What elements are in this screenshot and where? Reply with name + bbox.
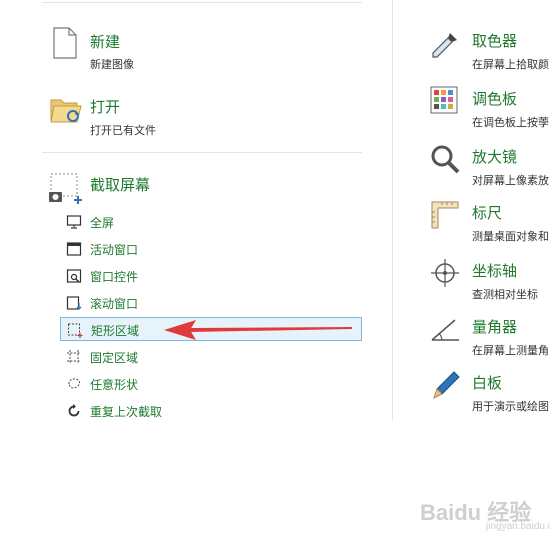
tool-protractor[interactable]: 量角器 在屏幕上测量角 — [420, 314, 550, 358]
tool-subtitle: 在调色板上按荸 — [472, 117, 549, 129]
window-icon — [66, 242, 82, 256]
capture-item-fullscreen[interactable]: 全屏 — [60, 210, 362, 234]
capture-header[interactable]: 截取屏幕 — [42, 166, 362, 206]
scroll-window-icon — [66, 296, 82, 310]
eyedropper-icon — [432, 33, 457, 58]
capture-item-label: 窗口控件 — [90, 270, 139, 284]
tool-title: 标尺 — [472, 205, 503, 222]
capture-item-fixed-region[interactable]: 固定区域 — [60, 345, 362, 369]
tool-subtitle: 对屏幕上像素放 — [472, 175, 549, 187]
tool-magnifier[interactable]: 放大镜 对屏幕上像素放 — [420, 144, 550, 188]
open-folder-icon — [50, 99, 82, 123]
capture-item-repeat-last[interactable]: 重复上次截取 — [60, 399, 362, 423]
monitor-icon — [66, 215, 82, 229]
tool-whiteboard[interactable]: 白板 用于演示或绘图 — [420, 370, 550, 414]
capture-screen-icon — [49, 173, 82, 204]
tool-title: 坐标轴 — [472, 263, 518, 280]
capture-item-window-control[interactable]: 窗口控件 — [60, 264, 362, 288]
ruler-icon — [431, 201, 459, 229]
capture-item-label: 任意形状 — [90, 378, 139, 392]
new-item[interactable]: 新建 新建图像 — [42, 24, 362, 76]
magnifier-icon — [431, 145, 460, 174]
tool-subtitle: 测量桌面对象和 — [472, 231, 549, 243]
tool-subtitle: 查测相对坐标 — [472, 289, 538, 301]
new-file-icon — [53, 27, 77, 59]
open-title: 打开 — [90, 99, 121, 116]
repeat-icon — [68, 404, 80, 417]
new-subtitle: 新建图像 — [90, 59, 134, 71]
freeform-icon — [68, 378, 80, 389]
open-subtitle: 打开已有文件 — [90, 125, 156, 137]
capture-item-scroll-window[interactable]: 滚动窗口 — [60, 291, 362, 315]
open-item[interactable]: 打开 打开已有文件 — [42, 90, 362, 142]
tool-subtitle: 用于演示或绘图 — [472, 401, 549, 413]
section-divider — [42, 152, 362, 153]
tool-subtitle: 在屏幕上拾取颜 — [472, 59, 549, 71]
capture-title: 截取屏幕 — [90, 177, 151, 194]
capture-item-label: 活动窗口 — [90, 243, 139, 257]
pen-icon — [433, 371, 460, 399]
tool-title: 放大镜 — [472, 149, 518, 166]
new-title: 新建 — [90, 34, 121, 51]
capture-item-label: 全屏 — [90, 216, 115, 230]
capture-item-label: 矩形区域 — [91, 324, 140, 338]
tool-palette[interactable]: 调色板 在调色板上按荸 — [420, 86, 550, 130]
tool-subtitle: 在屏幕上测量角 — [472, 345, 549, 357]
rectangle-region-icon — [68, 323, 83, 338]
window-control-icon — [66, 269, 82, 283]
capture-item-label: 固定区域 — [90, 351, 139, 365]
crosshair-icon — [431, 259, 459, 287]
capture-item-active-window[interactable]: 活动窗口 — [60, 237, 362, 261]
fixed-region-icon — [67, 350, 81, 364]
tool-color-picker[interactable]: 取色器 在屏幕上拾取颜 — [420, 28, 550, 72]
palette-icon — [430, 86, 458, 114]
tool-ruler[interactable]: 标尺 测量桌面对象和 — [420, 200, 550, 244]
annotation-arrow — [164, 320, 352, 340]
tool-title: 白板 — [472, 375, 503, 392]
capture-item-label: 重复上次截取 — [90, 405, 163, 419]
capture-item-freeform[interactable]: 任意形状 — [60, 372, 362, 396]
capture-item-label: 滚动窗口 — [90, 297, 139, 311]
top-divider-left — [42, 2, 362, 3]
tool-title: 调色板 — [472, 91, 518, 108]
tool-title: 取色器 — [472, 33, 518, 50]
watermark-url: jingyan.baidu.com — [486, 521, 550, 532]
tool-title: 量角器 — [472, 319, 518, 336]
column-divider — [392, 0, 393, 420]
protractor-icon — [431, 319, 459, 341]
tool-axis[interactable]: 坐标轴 查测相对坐标 — [420, 258, 550, 302]
